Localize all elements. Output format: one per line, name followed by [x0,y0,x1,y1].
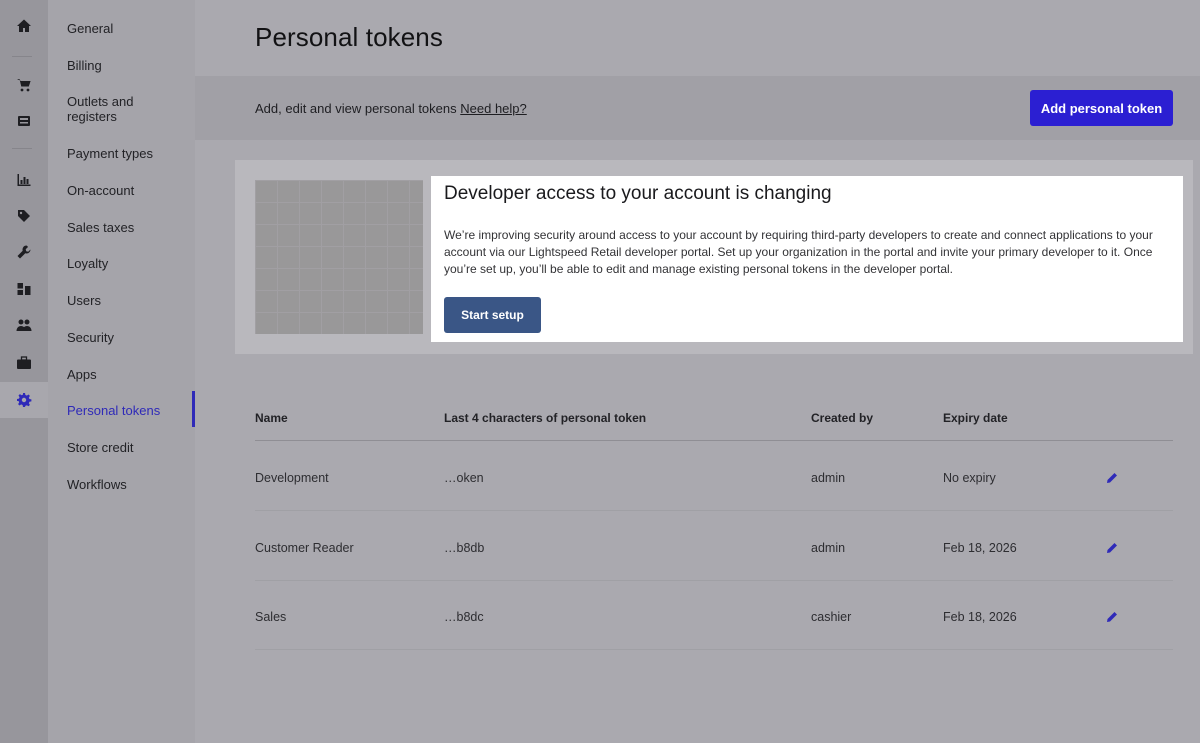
cart-icon[interactable] [0,67,48,103]
settings-nav-item-billing[interactable]: Billing [67,58,193,73]
settings-nav-item-sales-taxes[interactable]: Sales taxes [67,220,193,235]
add-personal-token-button[interactable]: Add personal token [1030,90,1173,126]
settings-nav-item-personal-tokens[interactable]: Personal tokens [67,403,193,418]
settings-nav-item-general[interactable]: General [67,21,193,36]
briefcase-icon[interactable] [0,345,48,381]
wrench-icon[interactable] [0,234,48,270]
settings-nav-item-on-account[interactable]: On-account [67,183,193,198]
token-name: Customer Reader [255,541,354,555]
register-icon[interactable] [0,103,48,139]
toolbar-description: Add, edit and view personal tokens Need … [255,101,527,116]
token-created-by: admin [811,541,846,555]
settings-nav: General Billing Outlets and registers Pa… [48,0,195,743]
token-created-by: cashier [811,610,852,624]
toolbar-description-text: Add, edit and view personal tokens [255,101,457,116]
page-toolbar: Add, edit and view personal tokens Need … [195,76,1200,140]
banner-card: Developer access to your account is chan… [431,176,1183,342]
column-header-last4: Last 4 characters of personal token [444,411,647,425]
developer-access-banner: Developer access to your account is chan… [235,160,1193,354]
token-expiry: Feb 18, 2026 [943,541,1017,555]
rail-divider [12,148,32,149]
token-name: Development [255,471,329,485]
token-expiry: Feb 18, 2026 [943,610,1017,624]
gear-icon[interactable] [0,382,48,418]
table-row: Development …oken admin No expiry [255,441,1173,511]
settings-nav-item-apps[interactable]: Apps [67,367,193,382]
icon-rail [0,0,48,743]
column-header-name: Name [255,411,288,425]
settings-nav-item-loyalty[interactable]: Loyalty [67,256,193,271]
page-title: Personal tokens [255,22,443,52]
rail-divider [12,56,32,57]
home-icon[interactable] [0,8,48,44]
settings-nav-item-store-credit[interactable]: Store credit [67,440,193,455]
banner-title: Developer access to your account is chan… [444,183,832,204]
banner-illustration [255,180,423,334]
table-row: Sales …b8dc cashier Feb 18, 2026 [255,580,1173,650]
inventory-icon[interactable] [0,271,48,307]
reports-icon[interactable] [0,162,48,198]
tag-icon[interactable] [0,198,48,234]
settings-nav-item-users[interactable]: Users [67,293,193,308]
token-last4: …oken [444,471,484,485]
token-created-by: admin [811,471,846,485]
token-last4: …b8dc [444,610,484,624]
edit-pencil-icon[interactable] [1105,541,1119,555]
main-content: Personal tokens Add, edit and view perso… [195,0,1200,743]
token-name: Sales [255,610,287,624]
start-setup-button[interactable]: Start setup [444,297,541,333]
banner-body: We’re improving security around access t… [444,228,1153,276]
token-expiry: No expiry [943,471,996,485]
settings-nav-item-security[interactable]: Security [67,330,193,345]
need-help-link[interactable]: Need help? [460,101,527,116]
customers-icon[interactable] [0,307,48,343]
settings-nav-item-workflows[interactable]: Workflows [67,477,193,492]
edit-pencil-icon[interactable] [1105,471,1119,485]
edit-pencil-icon[interactable] [1105,610,1119,624]
column-header-expiry: Expiry date [943,411,1008,425]
settings-nav-item-outlets[interactable]: Outlets and registers [67,94,157,124]
settings-nav-item-payment-types[interactable]: Payment types [67,146,193,161]
table-row: Customer Reader …b8db admin Feb 18, 2026 [255,511,1173,581]
token-last4: …b8db [444,541,485,555]
column-header-created-by: Created by [811,411,874,425]
